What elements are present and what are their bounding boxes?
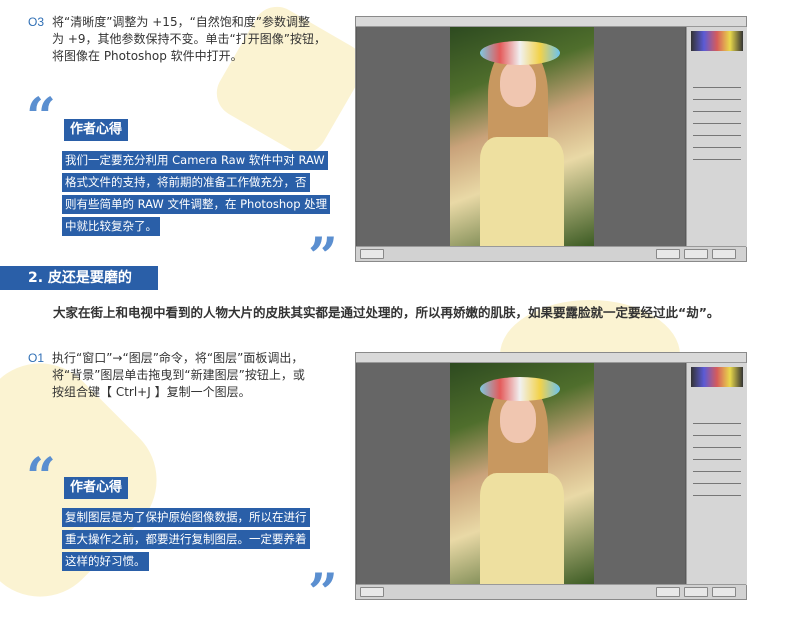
step-text-line: 将“清晰度”调整为 +15，“自然饱和度”参数调整 bbox=[52, 15, 311, 29]
body-paragraph: 大家在街上和电视中看到的人物大片的皮肤其实都是通过处理的，所以再娇嫩的肌肤，如果… bbox=[53, 305, 720, 320]
step-text-line: 将图像在 Photoshop 软件中打开。 bbox=[52, 49, 243, 63]
status-bar bbox=[356, 584, 746, 599]
portrait-photo bbox=[450, 363, 594, 585]
slider[interactable] bbox=[693, 135, 741, 136]
done-button[interactable] bbox=[712, 587, 736, 597]
slider[interactable] bbox=[693, 87, 741, 88]
face bbox=[500, 397, 536, 443]
slider[interactable] bbox=[693, 423, 741, 424]
open-quote-icon: “ bbox=[26, 87, 56, 148]
tip-title: 作者心得 bbox=[64, 119, 129, 141]
open-quote-icon: “ bbox=[26, 447, 56, 508]
section-title: 2. 皮还是要磨的 bbox=[28, 270, 132, 286]
camera-raw-screenshot bbox=[355, 352, 747, 600]
open-image-button[interactable] bbox=[656, 249, 680, 259]
step-01-instruction: O1 执行“窗口”→“图层”命令，将“图层”面板调出， 将“背景”图层单击拖曳到… bbox=[28, 350, 348, 401]
slider[interactable] bbox=[693, 495, 741, 496]
tip-text-line: 重大操作之前，都要进行复制图层。一定要养着 bbox=[62, 530, 310, 549]
slider[interactable] bbox=[693, 459, 741, 460]
slider[interactable] bbox=[693, 123, 741, 124]
toolbar bbox=[356, 353, 746, 363]
save-image-button[interactable] bbox=[360, 249, 384, 259]
tip-text-line: 复制图层是为了保护原始图像数据，所以在进行 bbox=[62, 508, 310, 527]
cancel-button[interactable] bbox=[684, 249, 708, 259]
step-03-instruction: O3 将“清晰度”调整为 +15，“自然饱和度”参数调整 为 +9，其他参数保持… bbox=[28, 14, 348, 65]
step-text-line: 按组合键【 Ctrl+J 】复制一个图层。 bbox=[52, 385, 251, 399]
histogram bbox=[691, 367, 743, 387]
step-text-line: 将“背景”图层单击拖曳到“新建图层”按钮上，或 bbox=[52, 368, 305, 382]
step-number: O3 bbox=[28, 15, 45, 29]
slider[interactable] bbox=[693, 99, 741, 100]
cancel-button[interactable] bbox=[684, 587, 708, 597]
adjustment-panel bbox=[686, 363, 747, 585]
tip-text-line: 中就比较复杂了。 bbox=[62, 217, 160, 236]
tip-text-line: 这样的好习惯。 bbox=[62, 552, 149, 571]
flower-crown bbox=[480, 41, 560, 65]
flower-crown bbox=[480, 377, 560, 401]
dress bbox=[480, 473, 564, 585]
slider[interactable] bbox=[693, 435, 741, 436]
toolbar bbox=[356, 17, 746, 27]
save-image-button[interactable] bbox=[360, 587, 384, 597]
tip-title: 作者心得 bbox=[64, 477, 129, 499]
status-bar bbox=[356, 246, 746, 261]
preview-canvas bbox=[357, 27, 685, 247]
face bbox=[500, 61, 536, 107]
slider[interactable] bbox=[693, 483, 741, 484]
slider[interactable] bbox=[693, 111, 741, 112]
tip-text-line: 则有些简单的 RAW 文件调整，在 Photoshop 处理 bbox=[62, 195, 331, 214]
preview-canvas bbox=[357, 363, 685, 585]
histogram bbox=[691, 31, 743, 51]
tip-text-line: 格式文件的支持，将前期的准备工作做充分，否 bbox=[62, 173, 310, 192]
camera-raw-screenshot bbox=[355, 16, 747, 262]
tip-text-line: 我们一定要充分利用 Camera Raw 软件中对 RAW bbox=[62, 151, 328, 170]
slider[interactable] bbox=[693, 447, 741, 448]
slider[interactable] bbox=[693, 147, 741, 148]
step-number: O1 bbox=[28, 351, 45, 365]
open-image-button[interactable] bbox=[656, 587, 680, 597]
done-button[interactable] bbox=[712, 249, 736, 259]
step-text-line: 执行“窗口”→“图层”命令，将“图层”面板调出， bbox=[52, 351, 304, 365]
close-quote-icon: ” bbox=[308, 227, 338, 288]
slider[interactable] bbox=[693, 159, 741, 160]
close-quote-icon: ” bbox=[308, 563, 338, 624]
step-text-line: 为 +9，其他参数保持不变。单击“打开图像”按钮， bbox=[52, 32, 326, 46]
dress bbox=[480, 137, 564, 247]
slider[interactable] bbox=[693, 471, 741, 472]
portrait-photo bbox=[450, 27, 594, 247]
adjustment-panel bbox=[686, 27, 747, 247]
